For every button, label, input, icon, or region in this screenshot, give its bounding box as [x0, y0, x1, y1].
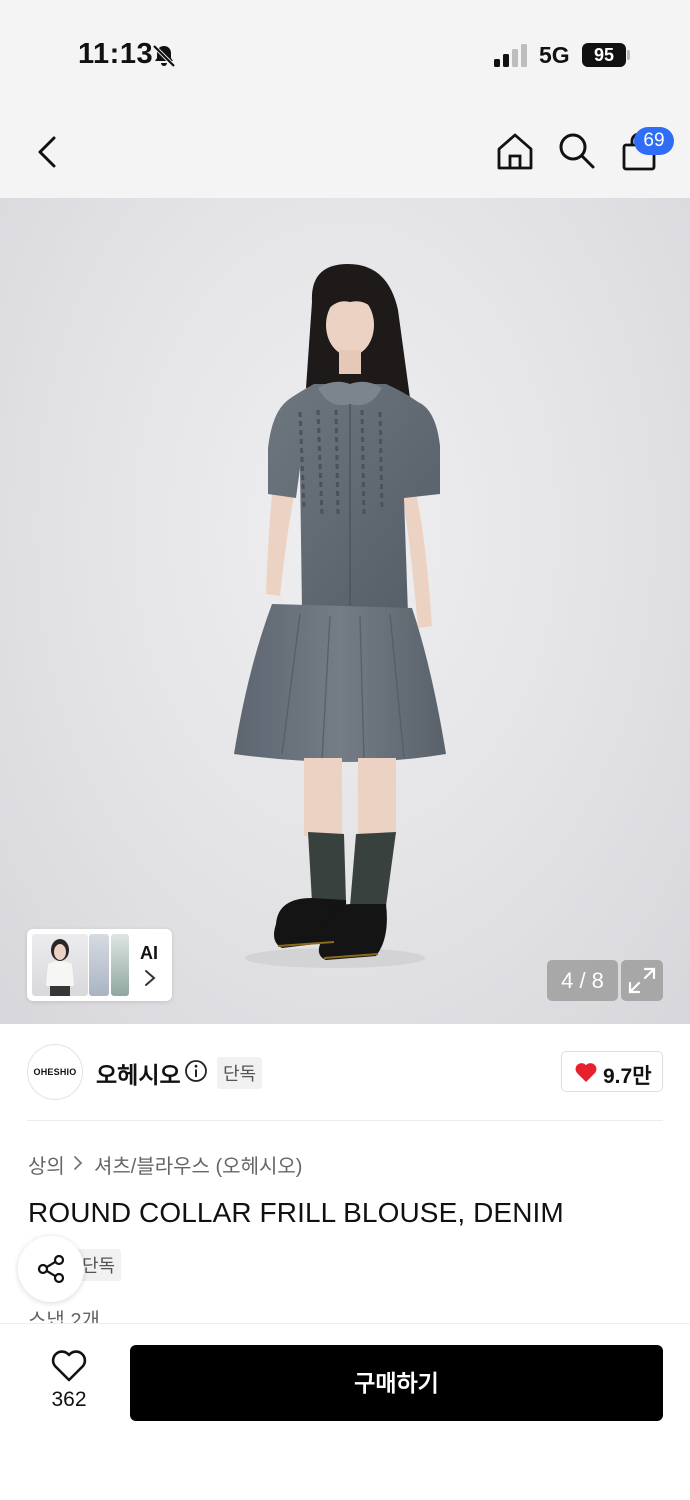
- share-button[interactable]: [18, 1236, 84, 1302]
- breadcrumb-subcategory[interactable]: 셔츠/블라우스 (오헤시오): [94, 1150, 302, 1179]
- brand-name[interactable]: 오헤시오: [96, 1056, 181, 1090]
- ai-thumbnail-1: [32, 934, 88, 996]
- bell-muted-icon: [152, 44, 176, 68]
- divider: [27, 1120, 663, 1121]
- wish-count: 362: [51, 1388, 87, 1411]
- buy-button[interactable]: 구매하기: [130, 1345, 663, 1421]
- product-title: ROUND COLLAR FRILL BLOUSE, DENIM: [28, 1197, 564, 1228]
- brand-like-count: 9.7만: [603, 1065, 652, 1088]
- expand-button[interactable]: [621, 960, 663, 1001]
- network-type: 5G: [539, 42, 570, 68]
- ai-label: AI: [140, 943, 158, 963]
- share-icon: [37, 1254, 65, 1284]
- heart-outline-icon[interactable]: [50, 1349, 88, 1383]
- info-icon[interactable]: [184, 1059, 208, 1083]
- chevron-right-icon: [145, 970, 156, 986]
- search-icon[interactable]: [556, 130, 596, 170]
- heart-filled-icon: [575, 1063, 597, 1082]
- home-icon[interactable]: [494, 130, 536, 172]
- chevron-right-icon: [74, 1156, 83, 1170]
- battery-cap: [627, 50, 630, 60]
- ai-styling-card[interactable]: AI: [27, 929, 172, 1001]
- ai-thumbnail-2: [89, 934, 109, 996]
- exclusive-badge: 단독: [217, 1057, 263, 1089]
- back-arrow-icon[interactable]: [30, 132, 66, 172]
- expand-icon: [628, 967, 656, 994]
- image-counter: 4 / 8: [547, 960, 618, 1001]
- status-time: 11:13: [78, 38, 154, 70]
- ai-thumbnail-3: [111, 934, 129, 996]
- breadcrumb-category[interactable]: 상의: [28, 1150, 65, 1179]
- signal-icon: [494, 44, 527, 67]
- product-image[interactable]: [0, 198, 690, 1024]
- cart-count-badge: 69: [634, 127, 674, 155]
- brand-like-button[interactable]: 9.7만: [561, 1051, 663, 1092]
- model-photo: [234, 264, 446, 968]
- brand-logo[interactable]: OHESHIO: [27, 1044, 83, 1100]
- battery-indicator: 95: [582, 43, 626, 67]
